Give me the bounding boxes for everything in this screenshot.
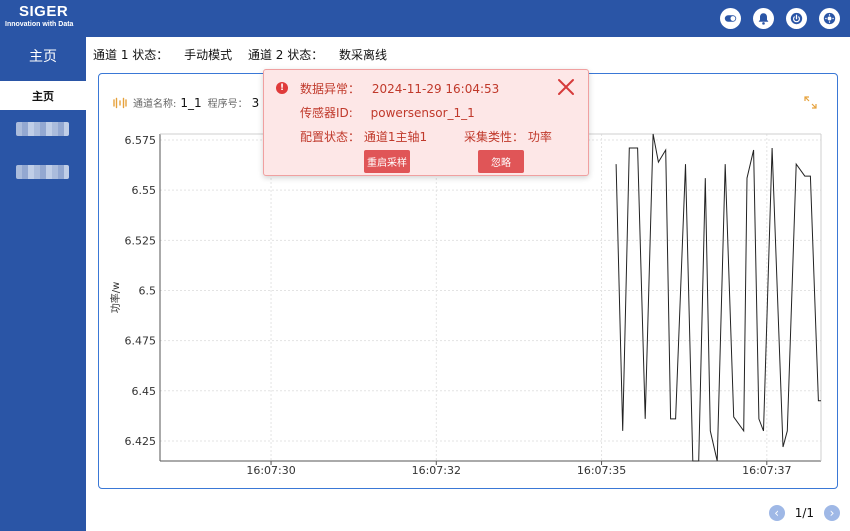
close-icon[interactable] bbox=[557, 78, 575, 96]
y-tick-label: 6.525 bbox=[125, 234, 157, 247]
ignore-button[interactable]: 忽略 bbox=[478, 150, 524, 173]
alert-sensor-label: 传感器ID: bbox=[300, 106, 353, 120]
alert-anomaly-label: 数据异常： bbox=[300, 82, 361, 96]
alert-config-label: 配置状态： bbox=[300, 130, 361, 144]
anomaly-alert: ! 数据异常： 2024-11-29 16:04:53 传感器ID: power… bbox=[263, 69, 589, 176]
y-tick-label: 6.475 bbox=[125, 335, 157, 348]
alert-anomaly-row: 数据异常： 2024-11-29 16:04:53 bbox=[300, 80, 499, 97]
alert-type-row: 采集类性： 功率 bbox=[464, 128, 552, 145]
alert-config-row: 配置状态： 通道1主轴1 bbox=[300, 128, 427, 145]
restart-sampling-button[interactable]: 重启采样 bbox=[364, 150, 410, 173]
alert-type-label: 采集类性： bbox=[464, 130, 525, 144]
y-tick-label: 6.45 bbox=[132, 385, 157, 398]
x-tick-label: 16:07:35 bbox=[577, 464, 626, 477]
x-tick-label: 16:07:37 bbox=[742, 464, 791, 477]
y-tick-label: 6.425 bbox=[125, 435, 157, 448]
y-axis-label: 功率/w bbox=[109, 282, 122, 314]
y-tick-label: 6.5 bbox=[139, 284, 157, 297]
alert-sensor-row: 传感器ID: powersensor_1_1 bbox=[300, 104, 475, 121]
x-tick-label: 16:07:30 bbox=[246, 464, 295, 477]
y-tick-label: 6.575 bbox=[125, 134, 157, 147]
error-icon: ! bbox=[276, 82, 288, 94]
alert-anomaly-time: 2024-11-29 16:04:53 bbox=[371, 82, 500, 96]
power-series-line bbox=[615, 133, 821, 462]
alert-config-value: 通道1主轴1 bbox=[363, 130, 428, 144]
x-tick-label: 16:07:32 bbox=[412, 464, 461, 477]
y-tick-label: 6.55 bbox=[132, 184, 157, 197]
alert-sensor-value: powersensor_1_1 bbox=[370, 106, 475, 120]
alert-type-value: 功率 bbox=[527, 130, 552, 144]
